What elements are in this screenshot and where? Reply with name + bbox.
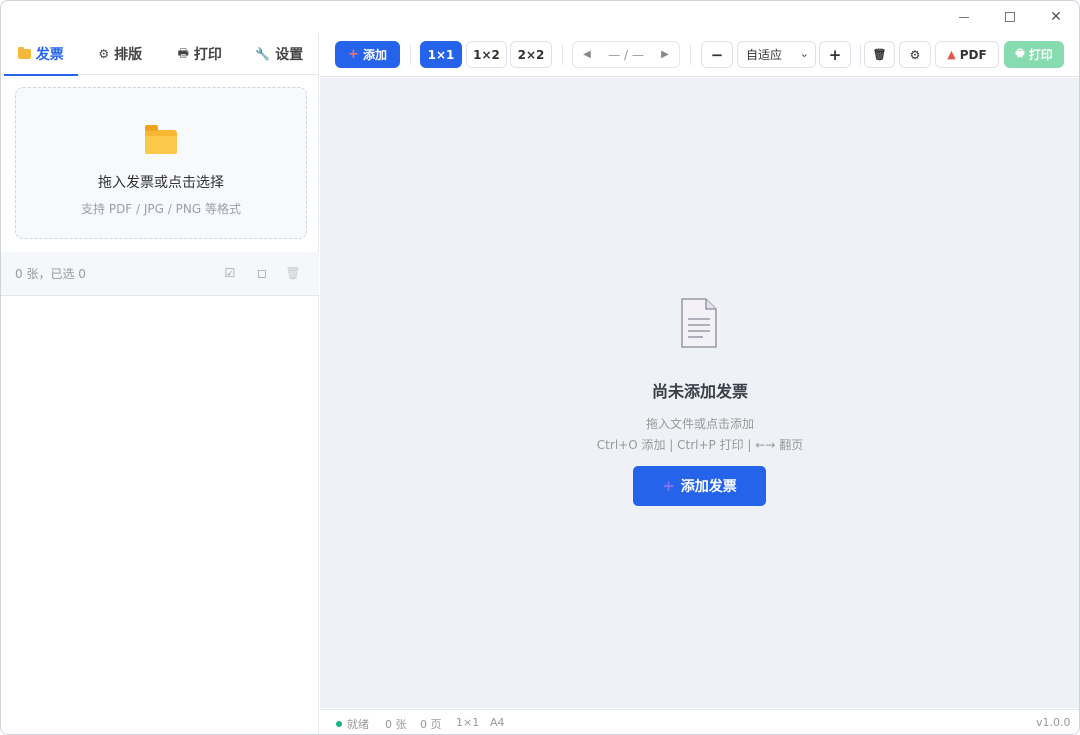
keyboard-shortcuts-hint: Ctrl+O 添加 | Ctrl+P 打印 | ←→ 翻页	[596, 438, 804, 452]
sidebar-tabs: 发票 ⚙ 排版 🖶 打印 🔧 设置	[1, 33, 320, 76]
toolbar-divider	[410, 45, 411, 65]
page-navigator: ◀ — / — ▶	[572, 41, 680, 68]
layout-2x2-button[interactable]: 2×2	[510, 41, 552, 68]
minimize-button[interactable]	[941, 1, 987, 33]
maximize-button[interactable]	[987, 1, 1033, 33]
deselect-all-icon[interactable]: ◻	[254, 266, 270, 280]
dropzone-subtitle: 支持 PDF / JPG / PNG 等格式	[81, 202, 241, 216]
printer-icon: 🖶	[1015, 48, 1025, 59]
status-text: 就绪	[347, 718, 369, 731]
trash-icon: 🗑	[872, 48, 887, 61]
folder-icon	[17, 47, 31, 59]
document-icon	[681, 298, 717, 348]
minimize-icon	[959, 16, 969, 18]
add-button[interactable]: + 添加	[335, 41, 400, 68]
wrench-icon: 🔧	[255, 47, 271, 61]
status-count: 0 张	[385, 718, 407, 731]
empty-state-title: 尚未添加发票	[651, 382, 748, 401]
print-button[interactable]: 🖶 打印	[1004, 41, 1064, 68]
zoom-value: 自适应	[746, 48, 783, 62]
export-pdf-button[interactable]: ▲ PDF	[935, 41, 999, 68]
status-layout: 1×1	[456, 716, 480, 729]
file-dropzone[interactable]: 拖入发票或点击选择 支持 PDF / JPG / PNG 等格式	[15, 87, 307, 239]
next-page-icon[interactable]: ▶	[651, 49, 679, 60]
toolbar: + 添加 1×1 1×2 2×2 ◀ — / — ▶ − 自适应 ⌄ + 🗑 ⚙…	[320, 33, 1079, 77]
sidebar: 发票 ⚙ 排版 🖶 打印 🔧 设置 拖入发票或点击选择 支持 PDF / JPG…	[1, 33, 320, 734]
title-bar: ✕	[1, 1, 1079, 33]
add-invoice-label: 添加发票	[680, 479, 737, 495]
tab-label: 设置	[275, 47, 304, 63]
zoom-select[interactable]: 自适应 ⌄	[737, 41, 816, 68]
empty-state-hint: 拖入文件或点击添加	[645, 417, 754, 431]
select-all-icon[interactable]: ☑	[222, 266, 238, 280]
prev-page-icon[interactable]: ◀	[573, 49, 601, 60]
invoice-list-header: 0 张，已选 0 ☑ ◻ 🗑	[1, 252, 319, 296]
zoom-out-button[interactable]: −	[701, 41, 733, 68]
add-invoice-button[interactable]: + 添加发票	[633, 466, 766, 506]
plus-icon: +	[662, 477, 675, 495]
toolbar-divider	[860, 45, 861, 65]
app-window: ✕ 发票 ⚙ 排版 🖶 打印 🔧 设置 拖入发票或点击选择 支持 PDF / J…	[0, 0, 1080, 735]
selection-count: 0 张，已选 0	[15, 267, 86, 281]
close-button[interactable]: ✕	[1033, 1, 1079, 33]
dropzone-title: 拖入发票或点击选择	[98, 175, 224, 191]
zoom-in-button[interactable]: +	[819, 41, 851, 68]
preview-canvas[interactable]: 尚未添加发票 拖入文件或点击添加 Ctrl+O 添加 | Ctrl+P 打印 |…	[320, 78, 1079, 708]
maximize-icon	[1005, 12, 1015, 22]
status-indicator: 就绪	[336, 716, 369, 732]
printer-icon: 🖶	[177, 45, 189, 60]
tab-invoices[interactable]: 发票	[1, 33, 81, 76]
tab-label: 发票	[35, 47, 64, 63]
gear-icon: ⚙	[98, 47, 110, 61]
delete-selected-icon[interactable]: 🗑	[285, 266, 301, 280]
pdf-button-label: PDF	[959, 47, 987, 62]
plus-icon: +	[348, 47, 359, 62]
print-button-label: 打印	[1028, 48, 1053, 62]
folder-icon	[145, 125, 177, 154]
toolbar-divider	[690, 45, 691, 65]
page-indicator: — / —	[608, 47, 644, 62]
gear-icon: ⚙	[909, 47, 921, 62]
status-pages: 0 页	[420, 718, 442, 731]
tab-label: 打印	[193, 47, 222, 63]
settings-button[interactable]: ⚙	[899, 41, 931, 68]
tab-layout[interactable]: ⚙ 排版	[81, 33, 161, 75]
tab-print[interactable]: 🖶 打印	[160, 33, 240, 75]
close-icon: ✕	[1050, 9, 1062, 25]
clear-all-button[interactable]: 🗑	[864, 41, 895, 68]
version-label: v1.0.0	[1036, 716, 1071, 729]
pdf-file-icon: ▲	[947, 48, 956, 61]
status-paper: A4	[490, 716, 505, 729]
layout-1x1-button[interactable]: 1×1	[420, 41, 462, 68]
toolbar-divider	[562, 45, 563, 65]
chevron-down-icon: ⌄	[799, 47, 809, 60]
add-button-label: 添加	[362, 48, 387, 62]
layout-1x2-button[interactable]: 1×2	[466, 41, 507, 68]
tab-label: 排版	[114, 47, 143, 63]
status-bar: 就绪 0 张 0 页 1×1 A4 v1.0.0	[320, 709, 1079, 734]
status-dot-icon	[336, 721, 342, 727]
tab-settings[interactable]: 🔧 设置	[240, 33, 320, 75]
